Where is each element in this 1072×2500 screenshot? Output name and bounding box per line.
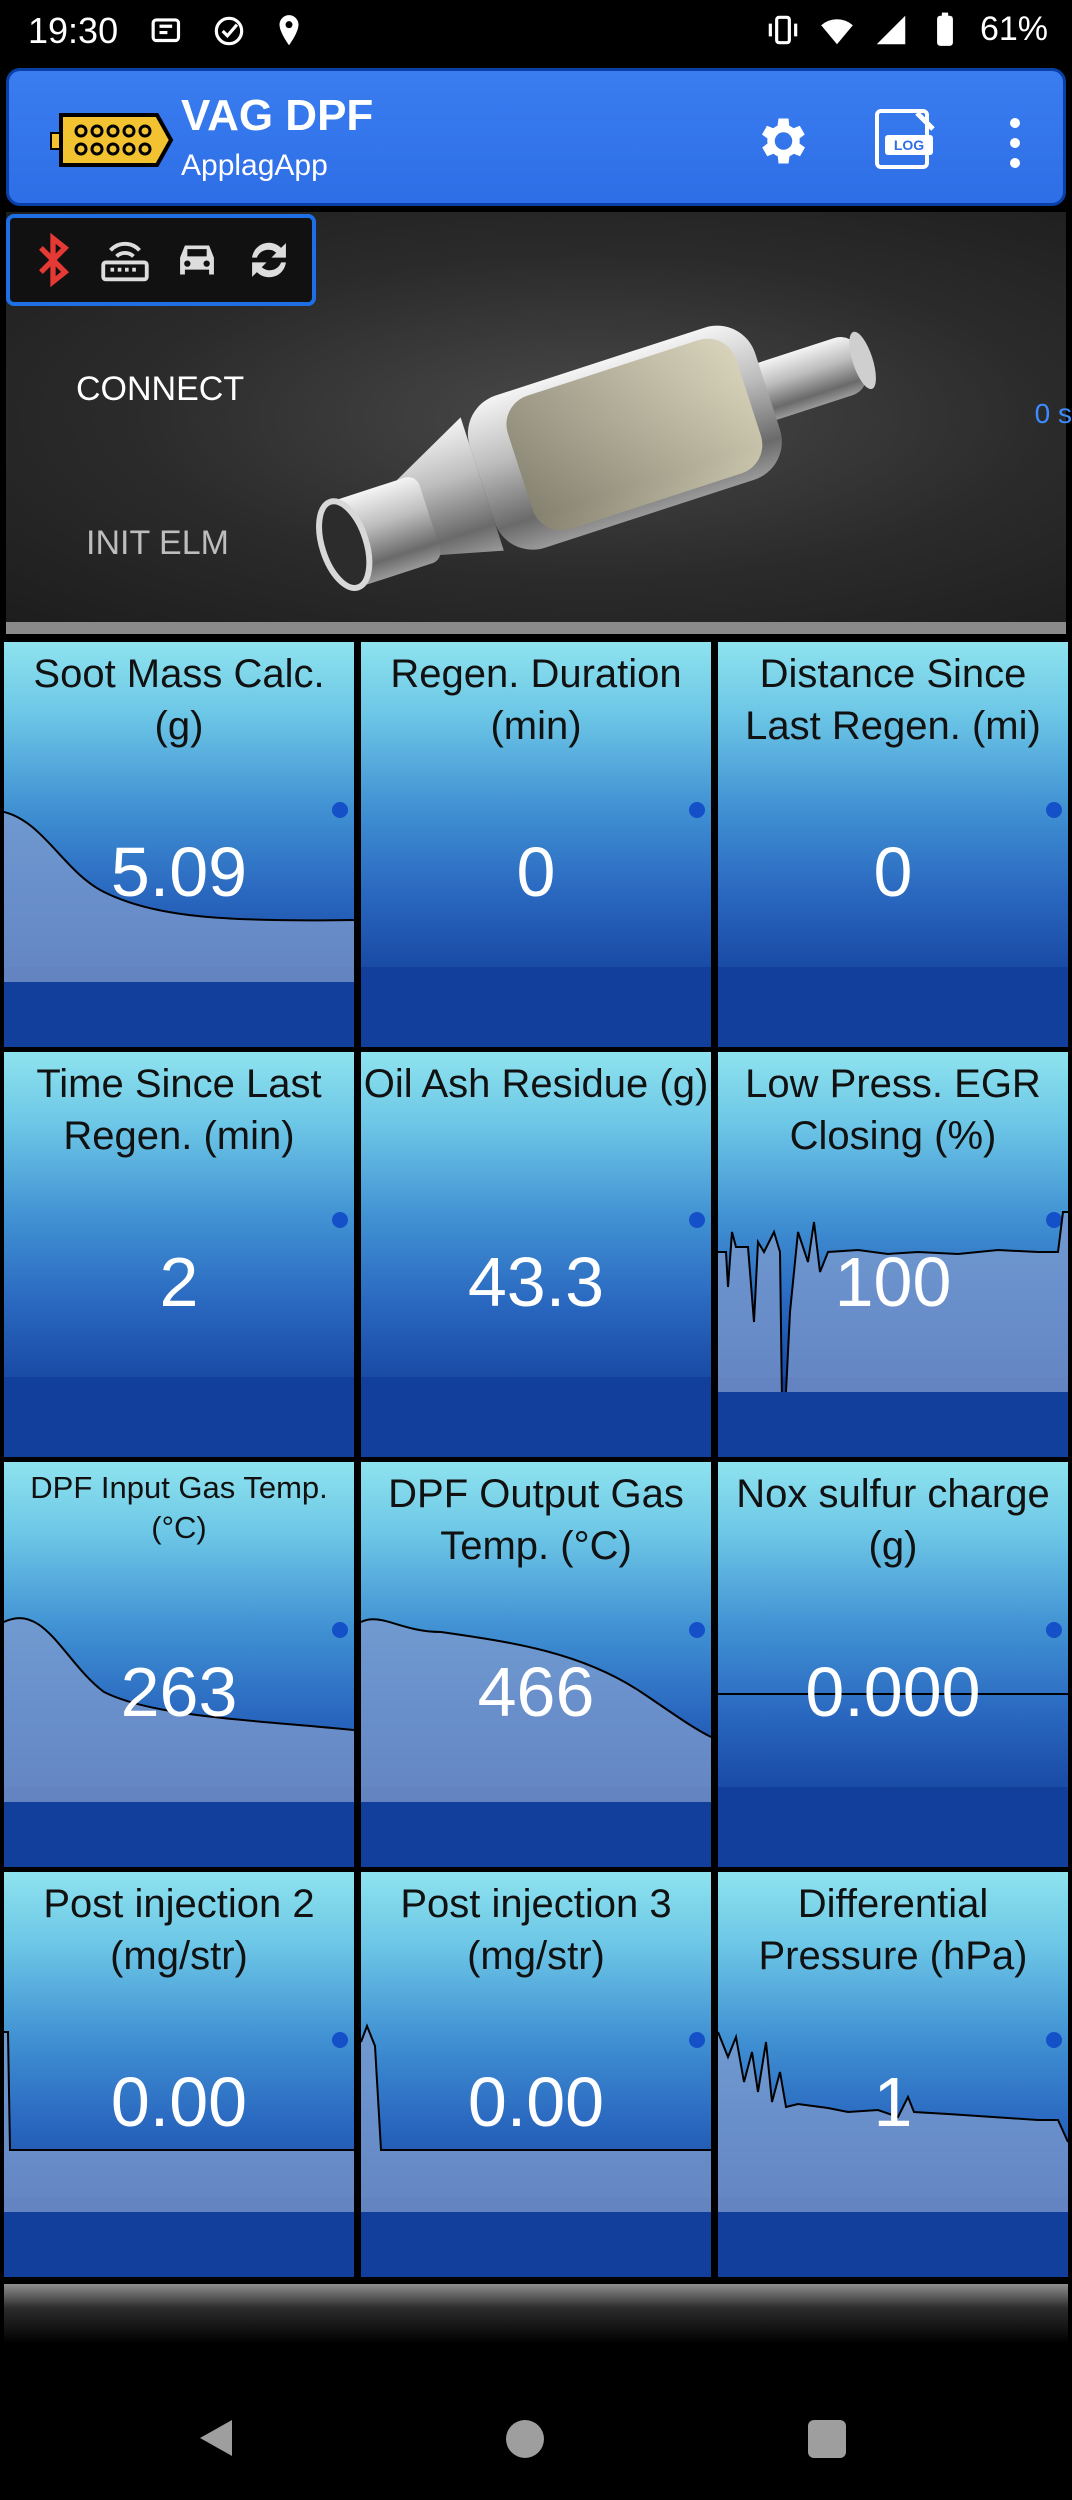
status-left-icons xyxy=(150,12,308,50)
location-icon xyxy=(279,15,299,46)
live-indicator-dot xyxy=(689,1212,705,1228)
tile-label: Low Press. EGR Closing (%) xyxy=(745,1062,1041,1158)
tile-label: Soot Mass Calc. (g) xyxy=(33,652,325,748)
nav-recents-icon[interactable] xyxy=(808,2420,846,2458)
car-icon xyxy=(180,245,214,275)
battery-level: 61% xyxy=(979,10,1048,48)
tile-label: DPF Input Gas Temp. (°C) xyxy=(30,1470,328,1545)
tile-nox-sulfur-charge[interactable]: Nox sulfur charge (g) 0.000 xyxy=(718,1462,1068,1867)
tile-distance-since-regen[interactable]: Distance Since Last Regen. (mi) 0 xyxy=(718,642,1068,1047)
tile-differential-pressure[interactable]: Differential Pressure (hPa) 1 xyxy=(718,1872,1068,2277)
system-nav-bar xyxy=(0,2380,1072,2500)
tile-base-band xyxy=(718,967,1068,1047)
status-bar: 19:30 61% xyxy=(0,0,1072,62)
tile-dpf-output-temp[interactable]: DPF Output Gas Temp. (°C) 466 xyxy=(361,1462,711,1867)
status-time: 19:30 xyxy=(28,10,119,51)
signal-icon xyxy=(876,15,906,44)
tile-base-band xyxy=(4,1377,354,1457)
tile-label: Regen. Duration (min) xyxy=(390,652,682,748)
tile-value: 1 xyxy=(873,2063,913,2141)
messages-icon xyxy=(151,18,181,43)
tile-value: 0 xyxy=(516,833,556,911)
app-bar: VAG DPF ApplagApp LOG xyxy=(6,68,1066,206)
connection-status-panel xyxy=(6,214,316,306)
wifi-icon xyxy=(821,18,853,44)
tile-label: Differential Pressure (hPa) xyxy=(758,1882,1028,1978)
nav-back-icon[interactable] xyxy=(196,2416,236,2460)
tile-base-band xyxy=(361,1377,711,1457)
log-label: LOG xyxy=(894,137,924,153)
live-indicator-dot xyxy=(1046,802,1062,818)
tile-post-injection-3[interactable]: Post injection 3 (mg/str) 0.00 xyxy=(361,1872,711,2277)
tile-soot-mass[interactable]: Soot Mass Calc. (g) 5.09 xyxy=(4,642,354,1047)
tile-value: 5.09 xyxy=(110,833,248,911)
tile-regen-duration[interactable]: Regen. Duration (min) 0 xyxy=(361,642,711,1047)
status-right-icons: 61% xyxy=(764,10,1048,49)
tile-label: DPF Output Gas Temp. (°C) xyxy=(388,1472,684,1568)
tile-oil-ash-residue[interactable]: Oil Ash Residue (g) 43.3 xyxy=(361,1052,711,1457)
tile-label: Nox sulfur charge (g) xyxy=(736,1472,1050,1568)
log-icon[interactable]: LOG xyxy=(871,105,941,175)
tile-value: 2 xyxy=(159,1243,199,1321)
tile-value: 0.000 xyxy=(805,1653,981,1731)
check-circle-icon xyxy=(214,16,244,46)
tile-value: 263 xyxy=(120,1653,238,1731)
tile-label: Oil Ash Residue (g) xyxy=(363,1062,709,1106)
tile-post-injection-2[interactable]: Post injection 2 (mg/str) 0.00 xyxy=(4,1872,354,2277)
tile-value: 43.3 xyxy=(467,1243,605,1321)
tile-label: Post injection 3 (mg/str) xyxy=(400,1882,672,1978)
init-elm-button[interactable]: INIT ELM xyxy=(86,524,229,563)
tile-time-since-regen[interactable]: Time Since Last Regen. (min) 2 xyxy=(4,1052,354,1457)
tile-base-band xyxy=(361,967,711,1047)
dpf-filter-image xyxy=(316,325,876,591)
connect-button[interactable]: CONNECT xyxy=(76,370,244,409)
overflow-menu-icon[interactable] xyxy=(1005,115,1025,171)
battery-icon xyxy=(937,12,953,46)
elapsed-timer: 0 s xyxy=(1034,398,1072,429)
tile-value: 100 xyxy=(834,1243,952,1321)
gauge-grid: Soot Mass Calc. (g) 5.09 Regen. Duration… xyxy=(0,638,1072,2282)
bluetooth-icon[interactable] xyxy=(24,231,82,289)
tile-dpf-input-temp[interactable]: DPF Input Gas Temp. (°C) 263 xyxy=(4,1462,354,1867)
tile-value: 0.00 xyxy=(467,2063,605,2141)
vibrate-icon xyxy=(768,15,798,44)
settings-gear-icon[interactable] xyxy=(751,111,811,171)
bottom-divider xyxy=(4,2284,1068,2344)
live-indicator-dot xyxy=(689,802,705,818)
tile-label: Distance Since Last Regen. (mi) xyxy=(745,652,1041,748)
banner-divider xyxy=(6,622,1066,634)
tile-label: Post injection 2 (mg/str) xyxy=(43,1882,315,1978)
tile-value: 0 xyxy=(873,833,913,911)
tile-label: Time Since Last Regen. (min) xyxy=(36,1062,322,1158)
obd-adapter-icon xyxy=(101,241,149,282)
app-subtitle: ApplagApp xyxy=(181,149,328,182)
live-indicator-dot xyxy=(332,1212,348,1228)
app-title: VAG DPF xyxy=(181,91,374,140)
obd-connector-logo-icon xyxy=(50,113,174,167)
tile-value: 466 xyxy=(477,1653,595,1731)
tile-value: 0.00 xyxy=(110,2063,248,2141)
nav-home-icon[interactable] xyxy=(506,2420,544,2458)
refresh-icon[interactable] xyxy=(240,231,298,289)
tile-low-press-egr[interactable]: Low Press. EGR Closing (%) 100 xyxy=(718,1052,1068,1457)
